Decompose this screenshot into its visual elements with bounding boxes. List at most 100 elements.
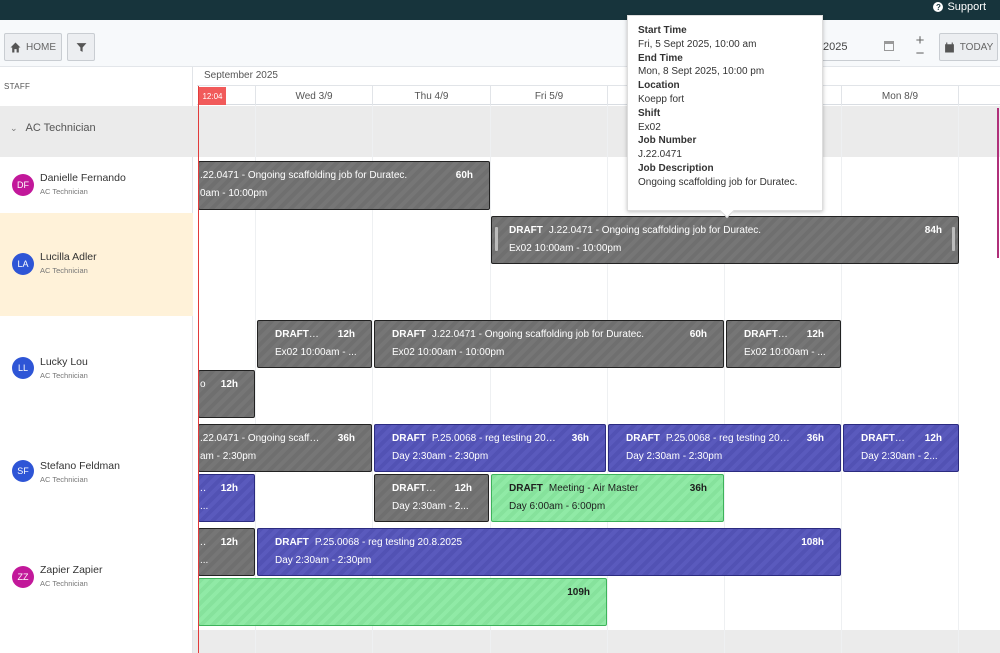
shift-detail: Ex02 10:00am - ... [744, 347, 826, 358]
shift-title: .2... [200, 483, 206, 494]
shift-hours: 36h [689, 483, 707, 494]
staff-row[interactable]: SF Stefano Feldman AC Technician [0, 421, 193, 525]
shift-title: .2... [200, 537, 206, 548]
shift-block[interactable]: DRAFTJ.2... 12h Day 2:30am - 2... [374, 474, 489, 522]
group-toggle[interactable]: ⌄ AC Technician [10, 122, 96, 134]
current-time-badge: 12:04 [199, 87, 226, 105]
shift-block[interactable]: DRAFT J.22.0471 - Ongoing scaffolding job… [374, 320, 724, 368]
shift-block[interactable]: DRAFT P.25.0068 - reg testing 20.8.... 36… [374, 424, 606, 472]
staff-name: Stefano Feldman [40, 460, 120, 472]
shift-hours: 36h [806, 433, 824, 444]
tooltip-value: Koepp fort [638, 93, 685, 105]
shift-block[interactable]: 109h [198, 578, 607, 626]
shift-tooltip: Start Time Fri, 5 Sept 2025, 10:00 am En… [627, 15, 823, 219]
shift-detail: ... [200, 555, 209, 566]
help-icon: ? [933, 2, 944, 12]
date-value: /2025 [820, 40, 848, 53]
staff-role: AC Technician [40, 187, 88, 196]
staff-role: AC Technician [40, 579, 88, 588]
shift-title: DRAFT J.22.0471 - Ongoing scaffolding job… [509, 225, 762, 236]
shift-title: DRAFTJ.2... [392, 483, 440, 494]
support-label: Support [947, 1, 986, 13]
shift-hours: 109h [567, 587, 590, 598]
chevron-down-icon: ⌄ [10, 122, 18, 133]
staff-role: AC Technician [40, 475, 88, 484]
day-header: Mon 8/9 [841, 86, 958, 106]
resize-handle[interactable] [495, 227, 498, 251]
shift-title: DRAFT J.22.0471 - Ongoing scaffolding job… [392, 329, 645, 340]
shift-detail: 0am - 10:00pm [200, 188, 268, 199]
filter-icon [76, 42, 86, 52]
filter-button[interactable] [67, 33, 95, 61]
day-header: Fri 5/9 [490, 86, 607, 106]
tooltip-label: Job Number [638, 135, 697, 147]
shift-hours: 36h [337, 433, 355, 444]
day-header-row: Wed 3/9 Thu 4/9 Fri 5/9 Mon 8/9 [197, 85, 1000, 106]
shift-block[interactable]: DRAFT P.25.0068 - reg testing 20.8.... 36… [608, 424, 841, 472]
staff-header: STAFF [4, 82, 31, 91]
resize-handle[interactable] [952, 227, 955, 251]
staff-name: Danielle Fernando [40, 172, 126, 184]
shift-block[interactable]: .22.0471 - Ongoing scaffol... 36h am - 2… [198, 424, 372, 472]
shift-block[interactable]: .22.0471 - Ongoing scaffolding job for D… [198, 161, 490, 210]
shift-title: DRAFT Meeting - Air Master [509, 483, 639, 494]
support-link[interactable]: ? Support [933, 1, 986, 13]
home-button[interactable]: HOME [4, 33, 62, 61]
tooltip-value: Ex02 [638, 121, 661, 133]
shift-title: .22.0471 - Ongoing scaffolding job for D… [200, 170, 408, 181]
shift-hours: 108h [801, 537, 824, 548]
shift-detail: Ex02 10:00am - ... [275, 347, 357, 358]
calendar-icon[interactable] [884, 41, 894, 51]
shift-block[interactable]: ol... 12h [198, 370, 255, 418]
shift-title: DRAFT P.25.0068 - reg testing 20.8.... [392, 433, 557, 444]
tooltip-value: Fri, 5 Sept 2025, 10:00 am [638, 38, 757, 50]
staff-row[interactable]: LA Lucilla Adler AC Technician [0, 213, 193, 316]
shift-block[interactable]: .2... 12h ... [198, 528, 255, 576]
avatar: SF [12, 460, 34, 482]
shift-block[interactable]: DRAFTJ.2... 12h Ex02 10:00am - ... [257, 320, 372, 368]
shift-hours: 12h [337, 329, 355, 340]
staff-row[interactable]: LL Lucky Lou AC Technician [0, 316, 193, 421]
shift-hours: 12h [220, 537, 238, 548]
shift-detail: Day 2:30am - 2:30pm [392, 451, 489, 462]
shift-block[interactable]: DRAFT P.25.0068 - reg testing 20.8.2025 1… [257, 528, 841, 576]
today-label: TODAY [959, 41, 994, 53]
shift-hours: 12h [924, 433, 942, 444]
staff-role: AC Technician [40, 371, 88, 380]
shift-detail: ... [200, 501, 209, 512]
current-time-line [198, 86, 199, 653]
shift-block[interactable]: DRAFTJ.2... 12h Ex02 10:00am - ... [726, 320, 841, 368]
tooltip-label: End Time [638, 52, 683, 64]
shift-detail: Ex02 10:00am - 10:00pm [392, 347, 505, 358]
month-label: September 2025 [204, 70, 278, 81]
shift-hours: 60h [689, 329, 707, 340]
tooltip-label: Location [638, 80, 680, 92]
staff-role: AC Technician [40, 266, 88, 275]
shift-title: DRAFTJ.2... [275, 329, 323, 340]
staff-row[interactable]: ZZ Zapier Zapier AC Technician [0, 525, 193, 630]
shift-block[interactable]: .2... 12h ... [198, 474, 255, 522]
shift-title: DRAFT P.25.0068 - reg testing 20.8.... [626, 433, 792, 444]
shift-title: DRAFTP.2... [861, 433, 910, 444]
top-bar: ? Support [0, 0, 1000, 20]
home-label: HOME [26, 41, 56, 53]
day-header: Wed 3/9 [255, 86, 372, 106]
today-button[interactable]: TODAY [939, 33, 998, 61]
staff-row[interactable]: DF Danielle Fernando AC Technician [0, 157, 193, 213]
shift-block[interactable]: DRAFT J.22.0471 - Ongoing scaffolding job… [491, 216, 959, 264]
staff-name: Lucilla Adler [40, 251, 97, 263]
grid-line [841, 105, 842, 653]
shift-title: DRAFTJ.2... [744, 329, 792, 340]
shift-block[interactable]: DRAFT Meeting - Air Master 36h Day 6:00am… [491, 474, 724, 522]
group-row-left[interactable]: ⌄ AC Technician [0, 106, 193, 157]
shift-block[interactable]: DRAFTP.2... 12h Day 2:30am - 2... [843, 424, 959, 472]
calendar-icon [944, 42, 954, 52]
tooltip-label: Shift [638, 107, 661, 119]
shift-detail: Ex02 10:00am - 10:00pm [509, 243, 622, 254]
shift-hours: 12h [220, 379, 238, 390]
row-marker [997, 108, 999, 258]
avatar: LA [12, 253, 34, 275]
shift-detail: Day 2:30am - 2:30pm [626, 451, 723, 462]
tooltip-value: Mon, 8 Sept 2025, 10:00 pm [638, 66, 765, 78]
zoom-out-button[interactable]: − [913, 46, 927, 61]
